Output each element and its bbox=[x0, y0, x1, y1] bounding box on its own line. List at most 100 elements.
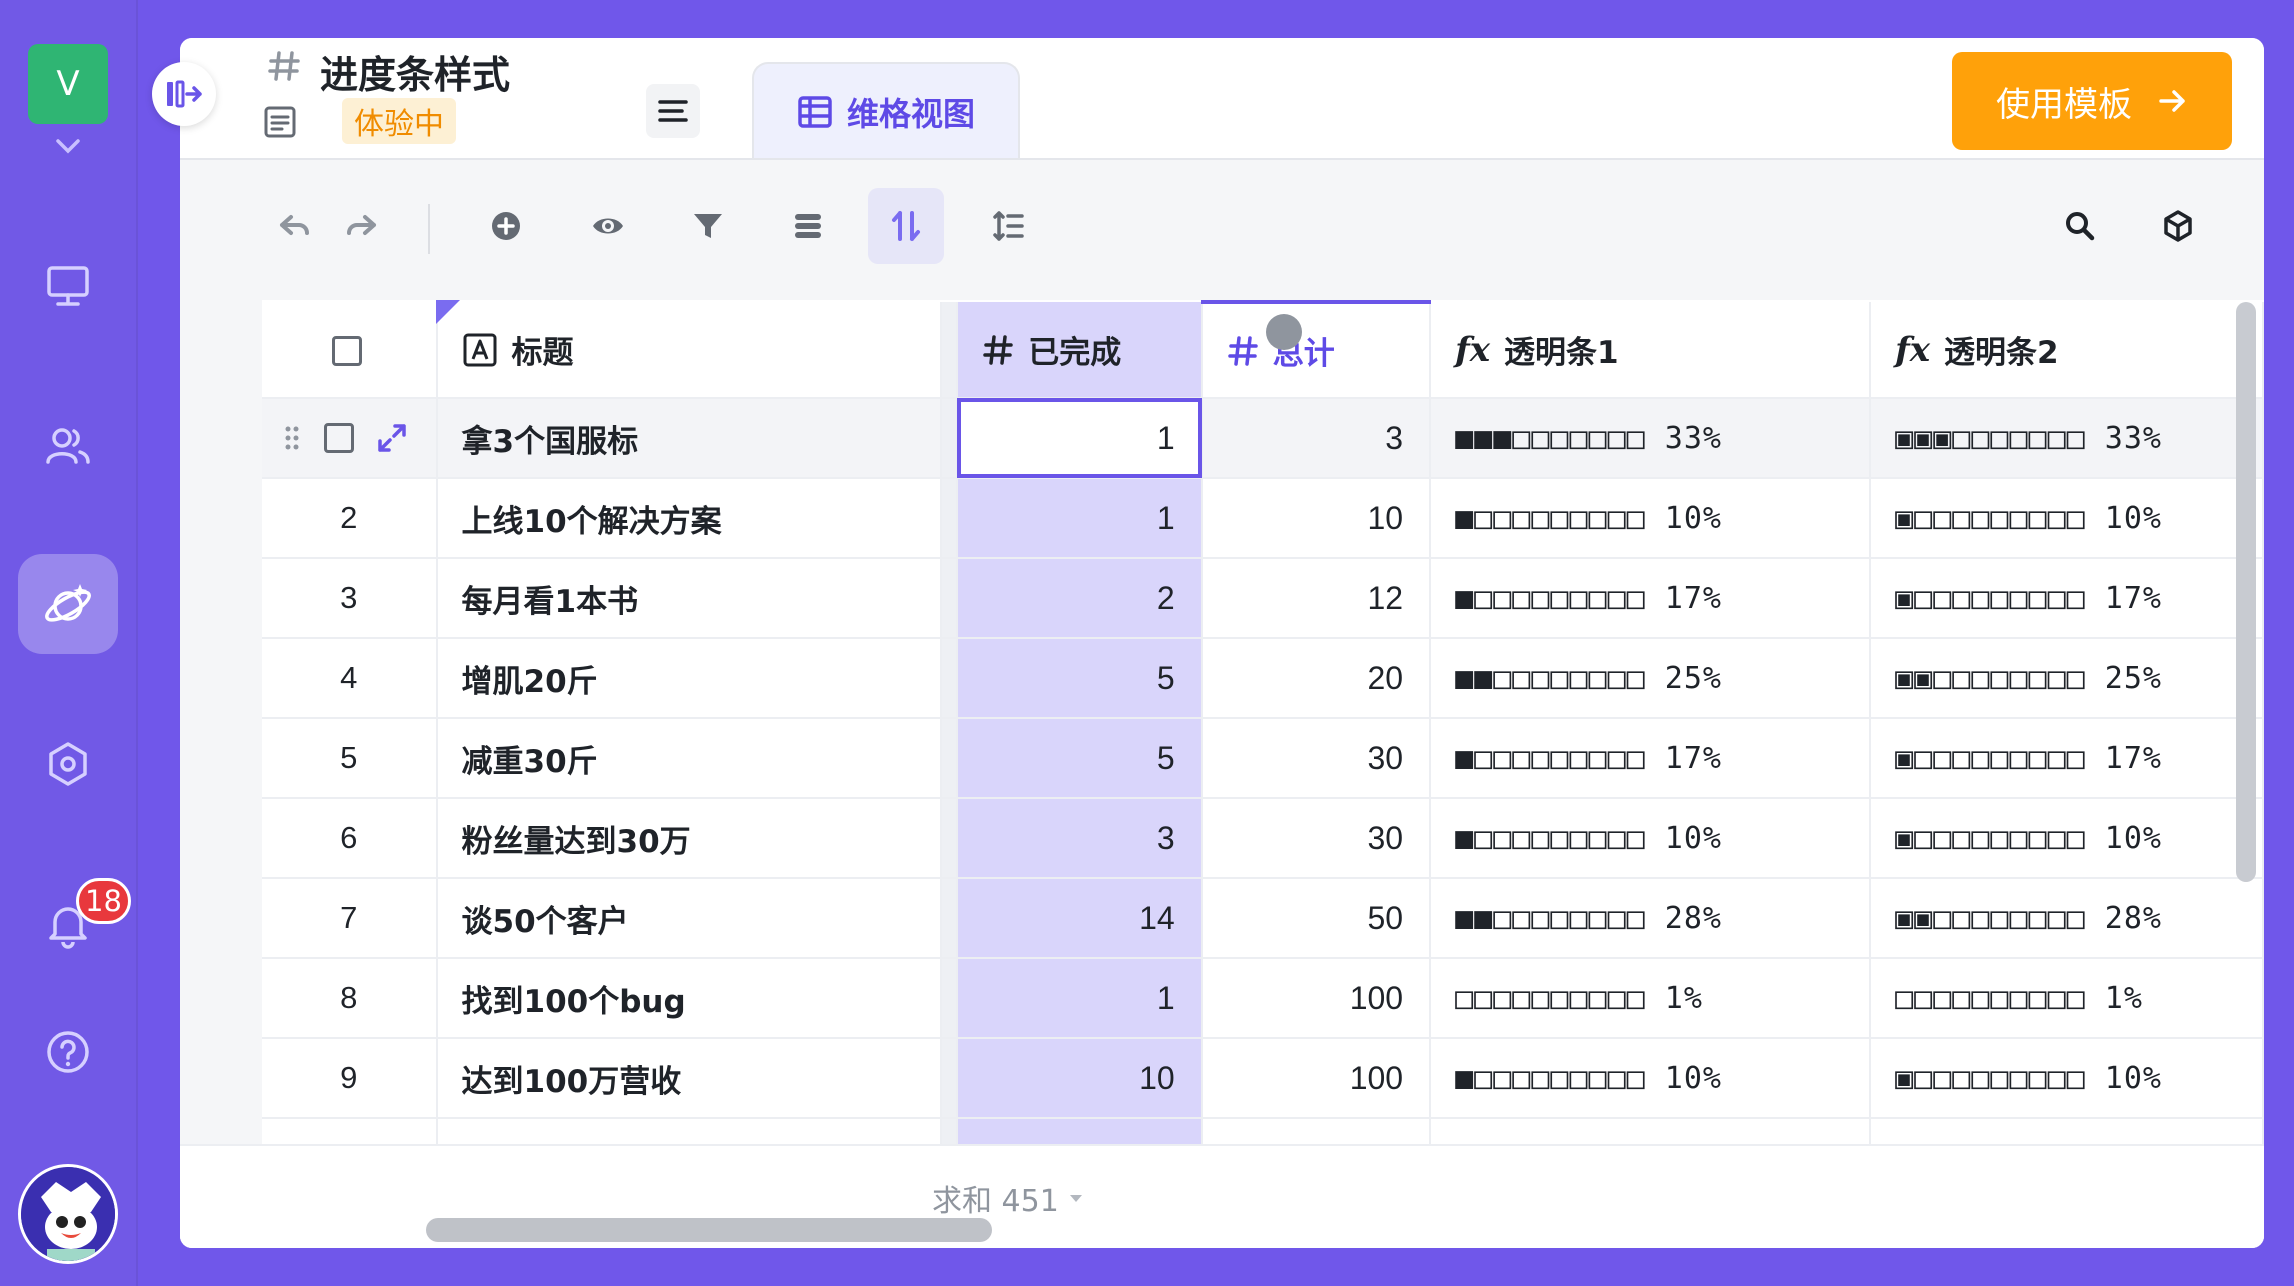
table-row[interactable]: 8 找到100个bug 1 100 □□□□□□□□□□ 1% □□□□□□□□… bbox=[262, 958, 2264, 1039]
title-cell[interactable]: 减重30斤 bbox=[436, 718, 943, 799]
select-all-checkbox[interactable] bbox=[332, 336, 362, 366]
column-header-done[interactable]: 已完成 bbox=[957, 302, 1203, 399]
help-icon[interactable] bbox=[18, 1002, 118, 1102]
members-icon[interactable] bbox=[18, 396, 118, 496]
filter-icon[interactable] bbox=[678, 196, 738, 256]
done-cell[interactable]: 3 bbox=[957, 798, 1203, 879]
title-cell[interactable]: 每月看1本书 bbox=[436, 558, 943, 639]
title-cell[interactable]: 达到100万营收 bbox=[436, 1038, 943, 1119]
bar1-cell[interactable]: ■■□□□□□□□□ 28% bbox=[1430, 878, 1872, 959]
user-avatar[interactable] bbox=[18, 1164, 118, 1264]
row-checkbox[interactable] bbox=[324, 423, 354, 453]
bar1-cell[interactable]: ■□□□□□□□□□ 10% bbox=[1430, 798, 1872, 879]
description-icon[interactable] bbox=[262, 104, 298, 140]
bar2-cell[interactable]: ▣▣□□□□□□□□ 28% bbox=[1870, 878, 2264, 959]
bar2-cell[interactable]: ▣□□□□□□□□□ 17% bbox=[1870, 558, 2264, 639]
bar1-cell[interactable]: ■□□□□□□□□□ 17% bbox=[1430, 558, 1872, 639]
drag-handle-icon[interactable] bbox=[282, 423, 302, 453]
settings-icon[interactable] bbox=[18, 714, 118, 814]
freeze-column-marker[interactable] bbox=[436, 300, 460, 324]
row-number: 4 bbox=[262, 638, 438, 719]
title-cell[interactable]: 找到100个bug bbox=[436, 958, 943, 1039]
table-row[interactable]: 拿3个国服标 1 3 ■■■□□□□□□□ 33% ▣▣▣□□□□□□□ 33% bbox=[262, 398, 2264, 479]
bar2-cell[interactable]: ▣□□□□□□□□□ 10% bbox=[1870, 1038, 2264, 1119]
table-row[interactable]: 3 每月看1本书 2 12 ■□□□□□□□□□ 17% ▣□□□□□□□□□ … bbox=[262, 558, 2264, 639]
group-icon[interactable] bbox=[778, 196, 838, 256]
bar1-cell[interactable]: ■■■□□□□□□□ 33% bbox=[1430, 398, 1872, 479]
widget-icon[interactable] bbox=[2148, 196, 2208, 256]
title-cell[interactable]: 增肌20斤 bbox=[436, 638, 943, 719]
column-header-bar1[interactable]: fx 透明条1 bbox=[1430, 302, 1872, 399]
bar1-cell[interactable]: ■□□□□□□□□□ 10% bbox=[1430, 1038, 1872, 1119]
bar2-cell[interactable]: □□□□□□□□□□ 1% bbox=[1870, 958, 2264, 1039]
total-cell[interactable]: 30 bbox=[1201, 718, 1432, 799]
desktop-icon[interactable] bbox=[18, 236, 118, 336]
tab-grid-view[interactable]: 维格视图 bbox=[752, 62, 1020, 160]
select-all-cell[interactable] bbox=[262, 302, 438, 399]
done-cell[interactable]: 10 bbox=[957, 1038, 1203, 1119]
bar2-cell[interactable]: ▣▣▣□□□□□□□ 33% bbox=[1870, 398, 2264, 479]
total-cell[interactable]: 20 bbox=[1201, 638, 1432, 719]
column-header-title[interactable]: 标题 bbox=[436, 302, 943, 399]
table-row[interactable]: 4 增肌20斤 5 20 ■■□□□□□□□□ 25% ▣▣□□□□□□□□ 2… bbox=[262, 638, 2264, 719]
sum-label: 求和 451 bbox=[932, 1184, 1059, 1219]
notification-badge[interactable]: 18 bbox=[76, 878, 131, 924]
bar1-cell[interactable]: ■□□□□□□□□□ 17% bbox=[1430, 718, 1872, 799]
redo-icon[interactable] bbox=[332, 196, 392, 256]
hide-fields-icon[interactable] bbox=[578, 196, 638, 256]
sum-statistic[interactable]: 求和 451 bbox=[932, 1176, 1085, 1220]
column-label: 透明条2 bbox=[1944, 335, 2059, 371]
title-cell[interactable]: 上线10个解决方案 bbox=[436, 478, 943, 559]
row-height-icon[interactable] bbox=[978, 196, 1038, 256]
planet-icon[interactable] bbox=[18, 554, 118, 654]
table-row[interactable]: 2 上线10个解决方案 1 10 ■□□□□□□□□□ 10% ▣□□□□□□□… bbox=[262, 478, 2264, 559]
row-number: 5 bbox=[262, 718, 438, 799]
expand-record-icon[interactable] bbox=[376, 422, 408, 454]
search-icon[interactable] bbox=[2050, 196, 2110, 256]
total-cell[interactable]: 100 bbox=[1201, 958, 1432, 1039]
bar1-cell[interactable]: ■□□□□□□□□□ 10% bbox=[1430, 478, 1872, 559]
total-cell[interactable]: 3 bbox=[1201, 398, 1432, 479]
row-number: 8 bbox=[262, 958, 438, 1039]
done-cell[interactable]: 5 bbox=[957, 718, 1203, 799]
bar2-cell[interactable]: ▣▣□□□□□□□□ 25% bbox=[1870, 638, 2264, 719]
bar2-cell[interactable]: ▣□□□□□□□□□ 10% bbox=[1870, 798, 2264, 879]
space-avatar[interactable]: V bbox=[28, 44, 108, 124]
title-cell[interactable]: 谈50个客户 bbox=[436, 878, 943, 959]
use-template-button[interactable]: 使用模板 bbox=[1952, 52, 2232, 150]
table-row[interactable]: 7 谈50个客户 14 50 ■■□□□□□□□□ 28% ▣▣□□□□□□□□… bbox=[262, 878, 2264, 959]
total-cell[interactable]: 30 bbox=[1201, 798, 1432, 879]
column-label: 标题 bbox=[511, 335, 574, 371]
column-header-bar2[interactable]: fx 透明条2 bbox=[1870, 302, 2264, 399]
column-header-total[interactable]: 总计 bbox=[1201, 300, 1432, 399]
vertical-scrollbar[interactable] bbox=[2236, 302, 2256, 882]
menu-button[interactable] bbox=[646, 84, 700, 138]
menu-icon bbox=[658, 100, 688, 122]
chevron-down-icon[interactable] bbox=[54, 136, 82, 156]
total-cell[interactable]: 12 bbox=[1201, 558, 1432, 639]
bar2-cell[interactable]: ▣□□□□□□□□□ 17% bbox=[1870, 718, 2264, 799]
table-row[interactable]: 5 减重30斤 5 30 ■□□□□□□□□□ 17% ▣□□□□□□□□□ 1… bbox=[262, 718, 2264, 799]
sort-icon[interactable] bbox=[868, 188, 944, 264]
table-row[interactable]: 6 粉丝量达到30万 3 30 ■□□□□□□□□□ 10% ▣□□□□□□□□… bbox=[262, 798, 2264, 879]
page-title[interactable]: 进度条样式 bbox=[320, 44, 510, 99]
done-cell[interactable]: 1 bbox=[957, 958, 1203, 1039]
table-row[interactable]: 9 达到100万营收 10 100 ■□□□□□□□□□ 10% ▣□□□□□□… bbox=[262, 1038, 2264, 1119]
bar1-cell[interactable]: □□□□□□□□□□ 1% bbox=[1430, 958, 1872, 1039]
total-cell[interactable]: 10 bbox=[1201, 478, 1432, 559]
undo-icon[interactable] bbox=[264, 196, 324, 256]
done-cell[interactable]: 14 bbox=[957, 878, 1203, 959]
title-cell[interactable]: 粉丝量达到30万 bbox=[436, 798, 943, 879]
total-cell[interactable]: 100 bbox=[1201, 1038, 1432, 1119]
total-cell[interactable]: 50 bbox=[1201, 878, 1432, 959]
done-cell[interactable]: 1 bbox=[957, 478, 1203, 559]
done-cell[interactable]: 1 bbox=[957, 398, 1203, 479]
horizontal-scrollbar[interactable] bbox=[426, 1218, 992, 1242]
done-cell[interactable]: 5 bbox=[957, 638, 1203, 719]
done-cell[interactable]: 2 bbox=[957, 558, 1203, 639]
add-record-icon[interactable] bbox=[476, 196, 536, 256]
bar2-cell[interactable]: ▣□□□□□□□□□ 10% bbox=[1870, 478, 2264, 559]
bar1-cell[interactable]: ■■□□□□□□□□ 25% bbox=[1430, 638, 1872, 719]
title-cell[interactable]: 拿3个国服标 bbox=[436, 398, 943, 479]
collapse-sidebar-button[interactable] bbox=[152, 62, 216, 126]
